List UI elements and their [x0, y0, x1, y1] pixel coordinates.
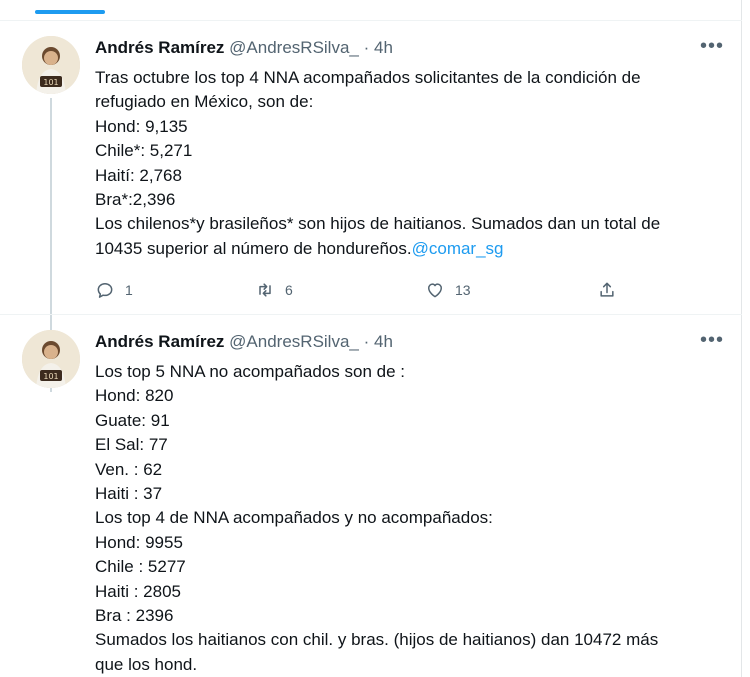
tweet-header: Andrés Ramírez @AndresRSilva_ · 4h [95, 36, 393, 60]
reply-icon [97, 283, 113, 298]
tweet-line: Ven. : 62 [95, 459, 163, 479]
like-icon [428, 283, 442, 298]
separator: · [363, 332, 370, 351]
tweet-line: Sumados los haitianos con chil. y bras. … [95, 630, 659, 650]
retweet-icon [259, 283, 271, 297]
tweet-line: 10435 superior al número de hondureños.@… [95, 237, 725, 261]
author-name[interactable]: Andrés Ramírez [95, 332, 224, 351]
tweet-header: Andrés Ramírez @AndresRSilva_ · 4h [95, 330, 393, 354]
tweet-divider [0, 314, 742, 315]
reply-button[interactable]: 1 [95, 278, 133, 302]
like-button[interactable]: 13 [425, 278, 471, 302]
retweet-button[interactable]: 6 [255, 278, 293, 302]
tweet-line: Los chilenos*y brasileños* son hijos de … [95, 214, 661, 234]
tweet-line: Chile*: 5,271 [95, 141, 193, 161]
top-divider [0, 20, 742, 21]
author-name[interactable]: Andrés Ramírez [95, 38, 224, 57]
retweet-count: 6 [285, 282, 293, 298]
reply-count: 1 [125, 282, 133, 298]
tweet-line: Bra : 2396 [95, 606, 174, 626]
tweet-line: Bra*:2,396 [95, 190, 176, 210]
tweet-line: Haiti : 2805 [95, 581, 181, 601]
separator: · [363, 38, 370, 57]
author-handle[interactable]: @AndresRSilva_ [229, 332, 359, 351]
svg-text:101: 101 [43, 372, 58, 381]
svg-text:101: 101 [43, 78, 58, 87]
tweet-line: Hond: 9955 [95, 532, 183, 552]
tweet-line: Tras octubre los top 4 NNA acompañados s… [95, 68, 641, 87]
tweet-line: Haiti : 37 [95, 484, 163, 504]
share-button[interactable] [597, 278, 617, 302]
tweet-line: Haití: 2,768 [95, 165, 182, 185]
tweet-line: Hond: 820 [95, 386, 174, 406]
tab-indicator [35, 10, 105, 14]
avatar-image: 101 [22, 36, 80, 94]
tweet-line: Chile : 5277 [95, 557, 186, 577]
like-count: 13 [455, 282, 471, 298]
mention-link[interactable]: @comar_sg [412, 239, 504, 258]
tweet-line: Hond: 9,135 [95, 116, 188, 136]
more-options-icon[interactable]: ••• [700, 36, 724, 56]
share-icon [600, 282, 614, 297]
tweet-line: El Sal: 77 [95, 435, 168, 455]
tweet-line: Guate: 91 [95, 410, 170, 430]
tweet-line: refugiado en México, son de: [95, 92, 314, 112]
avatar[interactable]: 101 [22, 330, 80, 388]
tweet-text: Tras octubre los top 4 NNA acompañados s… [95, 66, 725, 261]
tweet-actions: 1 6 13 [95, 278, 635, 302]
avatar-image: 101 [22, 330, 80, 388]
timestamp[interactable]: 4h [374, 332, 393, 351]
timestamp[interactable]: 4h [374, 38, 393, 57]
avatar[interactable]: 101 [22, 36, 80, 94]
timeline: 101 Andrés Ramírez @AndresRSilva_ · 4h •… [0, 0, 742, 677]
tweet-text: Los top 5 NNA no acompañados son de : Ho… [95, 360, 725, 677]
author-handle[interactable]: @AndresRSilva_ [229, 38, 359, 57]
tweet-line-text: 10435 superior al número de hondureños. [95, 238, 412, 258]
tweet-line: Los top 5 NNA no acompañados son de : [95, 362, 405, 381]
tweet-line: Los top 4 de NNA acompañados y no acompa… [95, 508, 493, 528]
more-options-icon[interactable]: ••• [700, 330, 724, 350]
tweet-line: que los hond. [95, 654, 198, 674]
